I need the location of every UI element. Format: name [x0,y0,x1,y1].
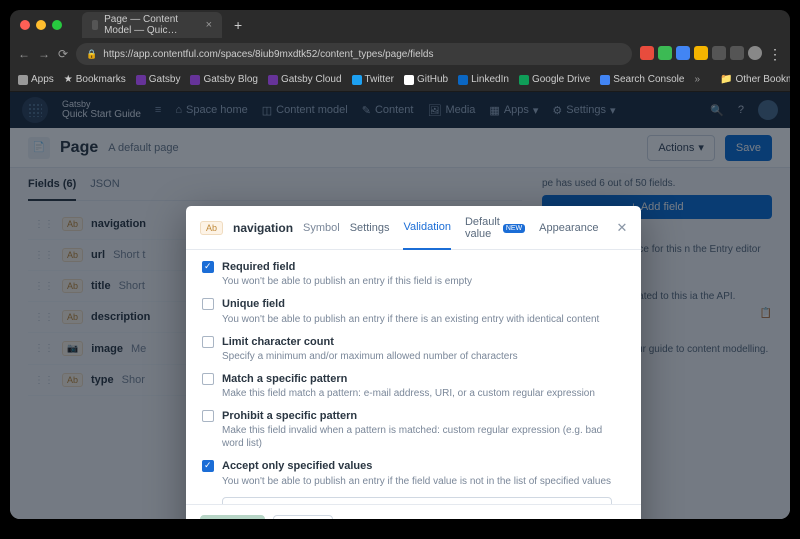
bookmark-item[interactable]: GitHub [404,74,448,85]
bookmark-item[interactable]: ★ Bookmarks [64,74,126,85]
bookmark-item[interactable]: Google Drive [519,74,590,85]
checkbox[interactable] [202,460,214,472]
bookmark-item[interactable]: Gatsby Cloud [268,74,342,85]
tab-default-value[interactable]: Default valueNEW [465,216,525,250]
option-unique[interactable]: Unique fieldYou won't be able to publish… [202,297,625,325]
option-specified-values[interactable]: Accept only specified valuesYou won't be… [202,459,625,487]
ext-icon[interactable] [658,46,672,60]
modal-title: navigation [233,221,293,235]
favicon [92,20,98,30]
modal-body: Required fieldYou won't be able to publi… [186,250,641,504]
checkbox[interactable] [202,410,214,422]
field-type-chip: Ab [200,221,223,235]
back-icon[interactable]: ← [18,47,30,61]
value-input[interactable]: Hit enter to add a value [222,497,612,504]
bookmark-item[interactable]: Search Console [600,74,684,85]
checkbox[interactable] [202,336,214,348]
close-window[interactable] [20,20,30,30]
tab-validation[interactable]: Validation [403,216,451,250]
ext-icon[interactable] [730,46,744,60]
bookmark-item[interactable]: Gatsby [136,74,181,85]
ext-icon[interactable] [712,46,726,60]
url-text: https://app.contentful.com/spaces/8iub9m… [103,49,433,60]
new-tab-icon[interactable]: + [234,17,242,33]
menu-icon[interactable]: ⋮ [768,46,782,63]
cancel-button[interactable]: Cancel [273,515,333,519]
ext-icon[interactable] [676,46,690,60]
window-titlebar: Page — Content Model — Quic… × + [10,10,790,40]
option-limit-chars[interactable]: Limit character countSpecify a minimum a… [202,335,625,363]
reload-icon[interactable]: ⟳ [58,47,68,61]
bookmarks-bar: Apps ★ Bookmarks Gatsby Gatsby Blog Gats… [10,68,790,92]
field-settings-modal: Ab navigation Symbol Settings Validation… [186,206,641,519]
extensions: ⋮ [640,46,782,63]
confirm-button[interactable]: Confirm [200,515,265,519]
close-tab-icon[interactable]: × [206,19,212,31]
ext-icon[interactable] [694,46,708,60]
option-required[interactable]: Required fieldYou won't be able to publi… [202,260,625,288]
apps-bookmark[interactable]: Apps [18,74,54,85]
bookmark-item[interactable]: Twitter [352,74,394,85]
checkbox[interactable] [202,298,214,310]
minimize-window[interactable] [36,20,46,30]
option-match-pattern[interactable]: Match a specific patternMake this field … [202,372,625,400]
bookmark-item[interactable]: Gatsby Blog [190,74,257,85]
option-prohibit-pattern[interactable]: Prohibit a specific patternMake this fie… [202,409,625,450]
tab-settings[interactable]: Settings [350,216,390,250]
checkbox[interactable] [202,261,214,273]
modal-subtitle: Symbol [303,222,340,234]
ext-icon[interactable] [640,46,654,60]
address-input[interactable]: 🔒 https://app.contentful.com/spaces/8iub… [76,43,632,65]
bookmark-item[interactable]: LinkedIn [458,74,509,85]
tab-appearance[interactable]: Appearance [539,216,598,250]
checkbox[interactable] [202,373,214,385]
url-bar: ← → ⟳ 🔒 https://app.contentful.com/space… [10,40,790,68]
other-bookmarks[interactable]: 📁 Other Bookmarks [720,74,790,85]
lock-icon: 🔒 [86,49,97,60]
avatar-icon[interactable] [748,46,762,60]
close-modal-icon[interactable]: ✕ [617,220,628,236]
forward-icon[interactable]: → [38,47,50,61]
browser-tab[interactable]: Page — Content Model — Quic… × [82,12,222,38]
tab-title: Page — Content Model — Quic… [104,14,195,36]
maximize-window[interactable] [52,20,62,30]
